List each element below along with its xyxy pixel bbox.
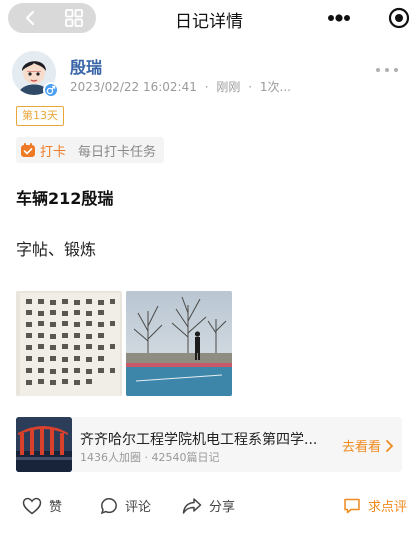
more-dot-icon bbox=[376, 68, 380, 72]
view-group-label: 去看看 bbox=[341, 440, 381, 455]
more-dots-icon[interactable] bbox=[324, 8, 354, 28]
view-count: 1次... bbox=[259, 80, 291, 94]
comment-button[interactable]: 评论 bbox=[100, 496, 151, 515]
close-target-icon[interactable] bbox=[388, 7, 410, 29]
punch-label: 打卡 bbox=[40, 144, 67, 160]
nav-bar: 日记详情 bbox=[0, 0, 418, 36]
chevron-right-icon bbox=[386, 439, 394, 452]
author-name[interactable]: 殷瑞 bbox=[70, 54, 102, 78]
action-bar: 赞 评论 分享 求点评 bbox=[0, 492, 418, 520]
post-body: 字帖、锻炼 bbox=[16, 240, 97, 259]
heart-icon bbox=[22, 497, 42, 514]
diary-detail-page: 日记详情 殷瑞 2023/02/22 16:02:41 · 刚刚 · 1次...… bbox=[0, 0, 418, 533]
like-button[interactable]: 赞 bbox=[22, 496, 62, 515]
group-thumbnail bbox=[16, 417, 72, 472]
comment-icon bbox=[100, 497, 117, 514]
share-button[interactable]: 分享 bbox=[182, 496, 235, 515]
group-card[interactable]: 齐齐哈尔工程学院机电工程系第四学... 1436人加圈 · 42540篇日记 去… bbox=[16, 417, 402, 472]
more-options-button[interactable] bbox=[376, 66, 398, 74]
photo-exercise[interactable] bbox=[126, 291, 232, 396]
calligraphy-image bbox=[16, 291, 122, 396]
post-title: 车辆212殷瑞 bbox=[16, 189, 114, 208]
punch-task-name: 每日打卡任务 bbox=[78, 144, 157, 160]
group-thumbnail-image bbox=[16, 417, 72, 472]
miniapp-capsule bbox=[324, 3, 410, 33]
share-icon bbox=[182, 497, 202, 514]
post-relative-time: 刚刚 bbox=[216, 80, 241, 94]
day-count-badge: 第13天 bbox=[16, 106, 64, 126]
request-review-button[interactable]: 求点评 bbox=[343, 496, 407, 515]
male-gender-icon bbox=[43, 82, 59, 98]
request-review-label: 求点评 bbox=[368, 500, 408, 515]
view-group-link[interactable]: 去看看 bbox=[342, 436, 394, 455]
like-label: 赞 bbox=[49, 500, 63, 515]
post-meta: 2023/02/22 16:02:41 · 刚刚 · 1次... bbox=[70, 80, 291, 94]
comment-label: 评论 bbox=[125, 500, 152, 515]
exercise-image bbox=[126, 291, 232, 396]
punch-calendar-icon bbox=[21, 143, 35, 157]
review-comment-icon bbox=[344, 498, 360, 513]
post-date: 2023/02/22 16:02:41 bbox=[70, 80, 197, 94]
share-label: 分享 bbox=[209, 500, 236, 515]
group-name: 齐齐哈尔工程学院机电工程系第四学... bbox=[80, 432, 318, 448]
punch-task-tag[interactable]: 打卡 每日打卡任务 bbox=[16, 137, 165, 163]
group-stats: 1436人加圈 · 42540篇日记 bbox=[80, 451, 220, 464]
photo-calligraphy[interactable] bbox=[16, 291, 122, 396]
